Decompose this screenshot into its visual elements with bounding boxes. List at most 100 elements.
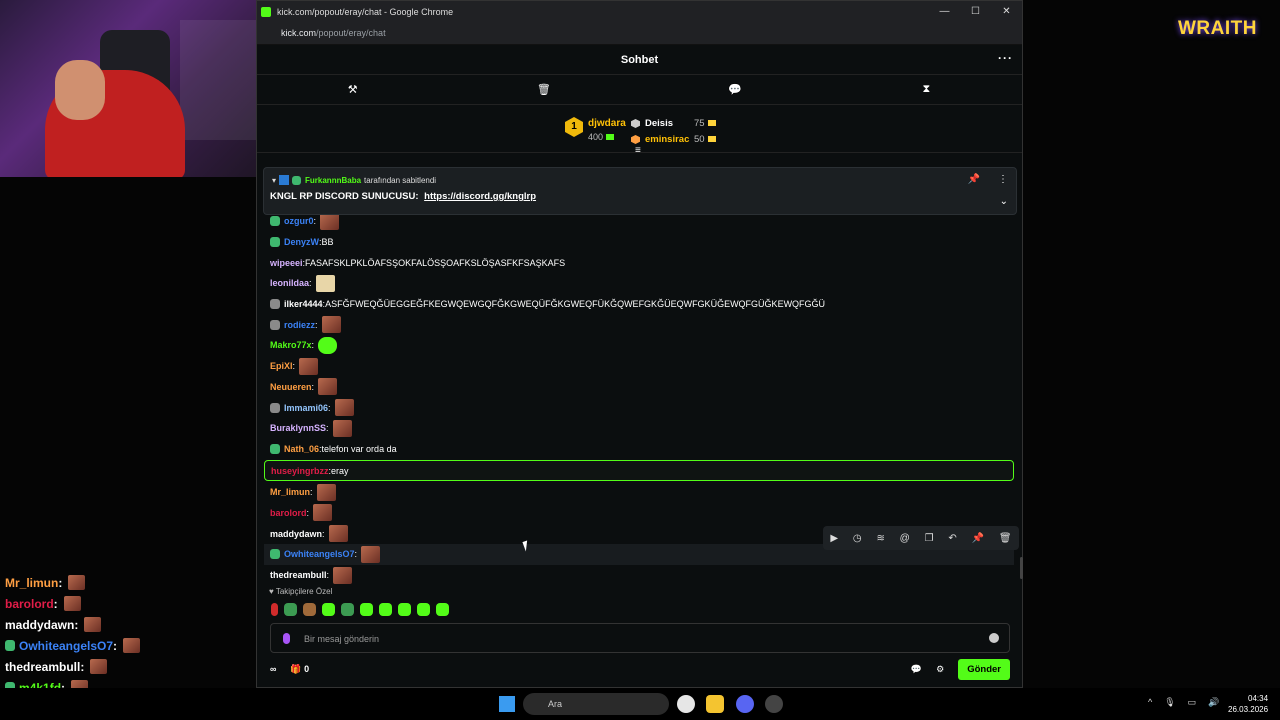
pinned-more-icon[interactable]: ⋮	[998, 174, 1008, 185]
taskbar-clock[interactable]: 04:34 26.03.2026	[1228, 693, 1268, 715]
chat-message[interactable]: leonildaa:	[264, 273, 1014, 294]
chat-username[interactable]: DenyzW	[284, 237, 319, 247]
reply-icon[interactable]: ↶	[948, 533, 956, 544]
chat-message[interactable]: Mr_limun:	[264, 482, 1014, 503]
pinned-expand-chevron-icon[interactable]: ⌄	[1000, 196, 1008, 207]
chat-username[interactable]: ilker4444	[284, 299, 323, 309]
slow-mode-icon[interactable]: ≋	[876, 533, 884, 544]
emote-green-2[interactable]	[341, 603, 354, 616]
chat-username[interactable]: maddydawn	[270, 529, 322, 539]
chat-username[interactable]: barolord	[270, 508, 307, 518]
emoji-picker-icon[interactable]	[989, 633, 999, 643]
chat-message[interactable]: ilker4444: ASFĞFWEQĞÜEGGEĞFKEGWQEWGQFĞKG…	[264, 294, 1014, 315]
emote-red[interactable]	[271, 603, 278, 616]
emote-green-6[interactable]	[417, 603, 430, 616]
chat-message[interactable]: huseyingrbzz: eray	[264, 460, 1014, 481]
timeout-clock-icon[interactable]: ◷	[853, 533, 862, 544]
chat-username[interactable]: Neuueren	[270, 382, 312, 392]
ban-hammer-icon[interactable]: ⚒	[343, 83, 363, 96]
chat-username[interactable]: EpiXl	[270, 361, 293, 371]
delete-icon[interactable]: 🗑	[999, 533, 1012, 544]
mic-tray-icon[interactable]: 🎙	[1164, 697, 1175, 708]
file-explorer-icon[interactable]	[706, 695, 724, 713]
expand-leaderboard-icon[interactable]: ≡	[635, 145, 641, 156]
channel-points[interactable]: 🎁 0	[290, 664, 309, 675]
trash-icon[interactable]: 🗑	[534, 83, 554, 96]
discord-icon[interactable]	[736, 695, 754, 713]
chat-username[interactable]: thedreambull	[270, 570, 327, 580]
emote-green-3[interactable]	[360, 603, 373, 616]
more-options-button[interactable]: ···	[998, 51, 1013, 65]
volume-icon[interactable]: 🔊	[1208, 697, 1219, 708]
chat-message[interactable]: Nath_06: telefon var orda da	[264, 439, 1014, 460]
chat-username[interactable]: Mr_limun	[270, 487, 310, 497]
chat-message[interactable]: wipeeei: FASAFSKLPKLÖAFSŞOKFALÖSŞOAFKSLÖ…	[264, 252, 1014, 273]
tray-chevron-icon[interactable]: ^	[1148, 697, 1152, 708]
send-button[interactable]: Gönder	[958, 658, 1010, 680]
emote-image[interactable]	[320, 212, 340, 230]
emote-image[interactable]	[332, 419, 352, 437]
mention-icon[interactable]: @	[900, 533, 910, 544]
app-icon[interactable]	[765, 695, 783, 713]
chat-username[interactable]: Immami06	[284, 403, 328, 413]
chat-message[interactable]: Immami06:	[264, 397, 1014, 418]
chat-message[interactable]: thedreambull:	[264, 565, 1014, 586]
copy-icon[interactable]: ❐	[925, 533, 934, 544]
emote-image[interactable]	[313, 504, 333, 522]
chat-username[interactable]: rodiezz	[284, 320, 315, 330]
pin-icon[interactable]: 📌	[972, 533, 984, 544]
emote-green-4[interactable]	[379, 603, 392, 616]
emote-image[interactable]	[315, 274, 335, 292]
unpin-icon[interactable]: 📌	[968, 174, 980, 185]
emote-green-1[interactable]	[322, 603, 335, 616]
settings-gear-icon[interactable]: ⚙	[936, 664, 944, 675]
emote-image[interactable]	[316, 483, 336, 501]
maximize-button[interactable]: ☐	[960, 6, 991, 17]
pinned-by-user[interactable]: FurkannnBaba	[305, 176, 361, 185]
emote-image[interactable]	[334, 399, 354, 417]
leader-third[interactable]: eminsirac 50	[631, 134, 716, 145]
minimize-button[interactable]: —	[929, 6, 960, 17]
chat-bubble-small-icon[interactable]: 💬	[911, 664, 922, 675]
close-button[interactable]: ✕	[991, 6, 1022, 17]
microphone-icon[interactable]	[283, 633, 290, 644]
chat-username[interactable]: leonildaa	[270, 278, 309, 288]
infinity-points-icon[interactable]: ∞	[270, 664, 276, 674]
chrome-icon[interactable]	[677, 695, 695, 713]
chat-message[interactable]: barolord:	[264, 503, 1014, 524]
chat-message-input[interactable]	[304, 630, 984, 647]
network-icon[interactable]: ▭	[1188, 697, 1197, 708]
address-bar[interactable]: kick.com/popout/eray/chat	[257, 22, 1022, 45]
emote-image[interactable]	[321, 316, 341, 334]
chat-username[interactable]: wipeeei	[270, 258, 303, 268]
emote-image[interactable]	[333, 566, 353, 584]
chat-message[interactable]: EpiXl:	[264, 356, 1014, 377]
chat-message[interactable]: rodiezz:	[264, 314, 1014, 335]
emote-image[interactable]	[299, 357, 319, 375]
chat-message[interactable]: Makro77x:	[264, 335, 1014, 356]
play-icon[interactable]: ▶	[830, 533, 838, 544]
chat-message[interactable]: BuraklynnSS:	[264, 418, 1014, 439]
emote-green-7[interactable]	[436, 603, 449, 616]
emote-green-hat[interactable]	[284, 603, 297, 616]
taskbar-search[interactable]: Ara	[523, 693, 669, 715]
emote-image[interactable]	[318, 378, 338, 396]
windows-start-icon[interactable]	[499, 696, 515, 712]
chat-message[interactable]: Neuueren:	[264, 377, 1014, 398]
chat-username[interactable]: Makro77x	[270, 340, 312, 350]
emote-green-5[interactable]	[398, 603, 411, 616]
emote-image[interactable]	[318, 336, 338, 354]
chat-scrollbar[interactable]	[1020, 557, 1023, 579]
emote-image[interactable]	[328, 525, 348, 543]
emote-brown[interactable]	[303, 603, 316, 616]
chat-bubble-icon[interactable]: 💬	[725, 83, 745, 96]
leader-first-name[interactable]: djwdara	[588, 118, 626, 129]
discord-link[interactable]: https://discord.gg/knglrp	[424, 191, 536, 202]
leader-second[interactable]: Deisis 75	[631, 118, 716, 129]
chat-username[interactable]: OwhiteangelsO7	[284, 549, 355, 559]
emote-image[interactable]	[361, 545, 381, 563]
chat-username[interactable]: huseyingrbzz	[271, 466, 329, 476]
chat-username[interactable]: ozgur0	[284, 216, 314, 226]
chat-message[interactable]: DenyzW: BB	[264, 232, 1014, 253]
chat-username[interactable]: Nath_06	[284, 444, 319, 454]
